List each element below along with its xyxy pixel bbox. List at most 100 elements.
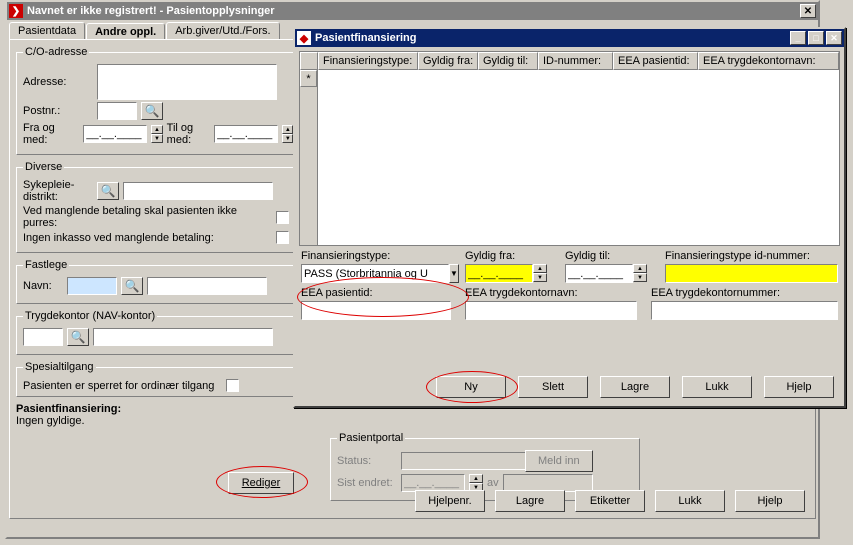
grid-col-gyldig-til[interactable]: Gyldig til: (478, 52, 538, 70)
input-eea-pasientid[interactable] (301, 301, 451, 320)
ny-button[interactable]: Ny (436, 376, 506, 398)
label-sist-endret: Sist endret: (337, 477, 397, 489)
grid-col-eea-trygdekontornavn[interactable]: EEA trygdekontornavn: (698, 52, 839, 70)
binoculars-icon: 🔍 (71, 330, 86, 344)
group-pasientfinansiering: Pasientfinansiering: Ingen gyldige. (16, 403, 296, 427)
label-av: av (487, 477, 499, 489)
input-fin-id[interactable] (665, 264, 838, 283)
spin-til[interactable]: ▲▼ (282, 125, 293, 143)
group-co-adresse: C/O-adresse Adresse: Postnr.: 🔍 Fra og m… (16, 46, 300, 155)
grid-col-gyldig-fra[interactable]: Gyldig fra: (418, 52, 478, 70)
grid-row-headers: * (300, 70, 318, 245)
input-eea-trygdekontornavn[interactable] (465, 301, 637, 320)
legend-diverse: Diverse (23, 161, 64, 173)
popup-close-button[interactable]: ✕ (826, 31, 842, 45)
popup-lagre-button[interactable]: Lagre (600, 376, 670, 398)
grid: Finansieringstype: Gyldig fra: Gyldig ti… (299, 51, 840, 246)
input-sykepleie[interactable] (123, 182, 273, 200)
main-close-button[interactable]: ✕ (800, 4, 816, 18)
finansieringstype-dropdown-button[interactable]: ▼ (449, 264, 459, 283)
label-eea-pasientid: EEA pasientid: (301, 287, 451, 299)
binoculars-icon: 🔍 (101, 184, 116, 198)
checkbox-sperret[interactable] (226, 379, 239, 392)
legend-fastlege: Fastlege (23, 259, 69, 271)
rediger-label: Rediger (242, 477, 281, 489)
input-gyldig-fra[interactable] (465, 264, 533, 283)
label-purres: Ved manglende betaling skal pasienten ik… (23, 205, 270, 229)
meld-inn-button[interactable]: Meld inn (525, 450, 593, 472)
hjelpenr-button[interactable]: Hjelpenr. (415, 490, 485, 512)
legend-spesialtilgang: Spesialtilgang (23, 361, 96, 373)
grid-new-row-marker[interactable]: * (300, 70, 317, 87)
lookup-sykepleie-button[interactable]: 🔍 (97, 182, 119, 200)
lookup-postnr-button[interactable]: 🔍 (141, 102, 163, 120)
input-gyldig-til[interactable] (565, 264, 633, 283)
group-spesialtilgang: Spesialtilgang Pasienten er sperret for … (16, 361, 296, 397)
checkbox-purres[interactable] (276, 211, 289, 224)
label-fra-og-med: Fra og med: (23, 122, 79, 146)
binoculars-icon: 🔍 (145, 104, 160, 118)
input-fastlege-id[interactable] (67, 277, 117, 295)
popup-pasientfinansiering: ◆ Pasientfinansiering _ □ ✕ Finansiering… (293, 27, 846, 408)
input-fra-og-med[interactable] (83, 125, 147, 143)
checkbox-inkasso[interactable] (276, 231, 289, 244)
lookup-trygdekontor-button[interactable]: 🔍 (67, 328, 89, 346)
grid-cells[interactable] (318, 70, 839, 245)
lukk-button[interactable]: Lukk (655, 490, 725, 512)
tab-pasientdata[interactable]: Pasientdata (9, 22, 85, 39)
grid-header: Finansieringstype: Gyldig fra: Gyldig ti… (300, 52, 839, 70)
label-finansieringstype: Finansieringstype: (301, 250, 451, 262)
popup-lukk-button[interactable]: Lukk (682, 376, 752, 398)
label-gyldig-fra: Gyldig fra: (465, 250, 551, 262)
label-inkasso: Ingen inkasso ved manglende betaling: (23, 232, 214, 244)
grid-col-finansieringstype[interactable]: Finansieringstype: (318, 52, 418, 70)
input-adresse[interactable] (97, 64, 277, 100)
grid-col-id-nummer[interactable]: ID-nummer: (538, 52, 613, 70)
text-ingen-gyldige: Ingen gyldige. (16, 415, 296, 427)
popup-icon: ◆ (297, 31, 311, 45)
app-icon: ❯ (9, 4, 23, 18)
binoculars-icon: 🔍 (125, 279, 140, 293)
label-gyldig-til: Gyldig til: (565, 250, 651, 262)
group-trygdekontor: Trygdekontor (NAV-kontor) 🔍 (16, 310, 296, 355)
popup-title: Pasientfinansiering (315, 32, 416, 44)
label-postnr: Postnr.: (23, 105, 93, 117)
legend-trygdekontor: Trygdekontor (NAV-kontor) (23, 310, 157, 322)
popup-minimize-button[interactable]: _ (790, 31, 806, 45)
lagre-button[interactable]: Lagre (495, 490, 565, 512)
input-finansieringstype[interactable] (301, 264, 449, 283)
input-fastlege-navn[interactable] (147, 277, 267, 295)
spin-gyldig-til[interactable]: ▲▼ (633, 264, 647, 282)
input-trygdekontor-id[interactable] (23, 328, 63, 346)
main-button-bar: Hjelpenr. Lagre Etiketter Lukk Hjelp (10, 490, 805, 512)
spin-gyldig-fra[interactable]: ▲▼ (533, 264, 547, 282)
input-til-og-med[interactable] (214, 125, 278, 143)
tab-andre-oppl[interactable]: Andre oppl. (86, 23, 165, 40)
main-titlebar: ❯ Navnet er ikke registrert! - Pasientop… (7, 2, 818, 20)
label-eea-trygdekontornummer: EEA trygdekontornummer: (651, 287, 838, 299)
label-sperret: Pasienten er sperret for ordinær tilgang (23, 380, 214, 392)
main-window-title: Navnet er ikke registrert! - Pasientoppl… (27, 5, 275, 17)
popup-form: Finansieringstype: ▼ Gyldig fra: ▲▼ Gyld… (301, 250, 838, 320)
label-sykepleie: Sykepleie- distrikt: (23, 179, 93, 203)
group-fastlege: Fastlege Navn: 🔍 (16, 259, 296, 304)
spin-fra[interactable]: ▲▼ (151, 125, 162, 143)
lookup-fastlege-button[interactable]: 🔍 (121, 277, 143, 295)
legend-co-adresse: C/O-adresse (23, 46, 89, 58)
label-eea-trygdekontornavn: EEA trygdekontornavn: (465, 287, 637, 299)
popup-hjelp-button[interactable]: Hjelp (764, 376, 834, 398)
slett-button[interactable]: Slett (518, 376, 588, 398)
legend-pasientportal: Pasientportal (337, 432, 405, 444)
input-trygdekontor-navn[interactable] (93, 328, 273, 346)
popup-maximize-button[interactable]: □ (808, 31, 824, 45)
legend-pasientfinansiering: Pasientfinansiering: (16, 403, 296, 415)
grid-col-eea-pasientid[interactable]: EEA pasientid: (613, 52, 698, 70)
grid-corner (300, 52, 318, 70)
input-postnr[interactable] (97, 102, 137, 120)
label-fin-id: Finansieringstype id-nummer: (665, 250, 838, 262)
hjelp-button[interactable]: Hjelp (735, 490, 805, 512)
etiketter-button[interactable]: Etiketter (575, 490, 645, 512)
input-eea-trygdekontornummer[interactable] (651, 301, 838, 320)
label-adresse: Adresse: (23, 76, 93, 88)
tab-arbgiver[interactable]: Arb.giver/Utd./Fors. (166, 22, 279, 39)
